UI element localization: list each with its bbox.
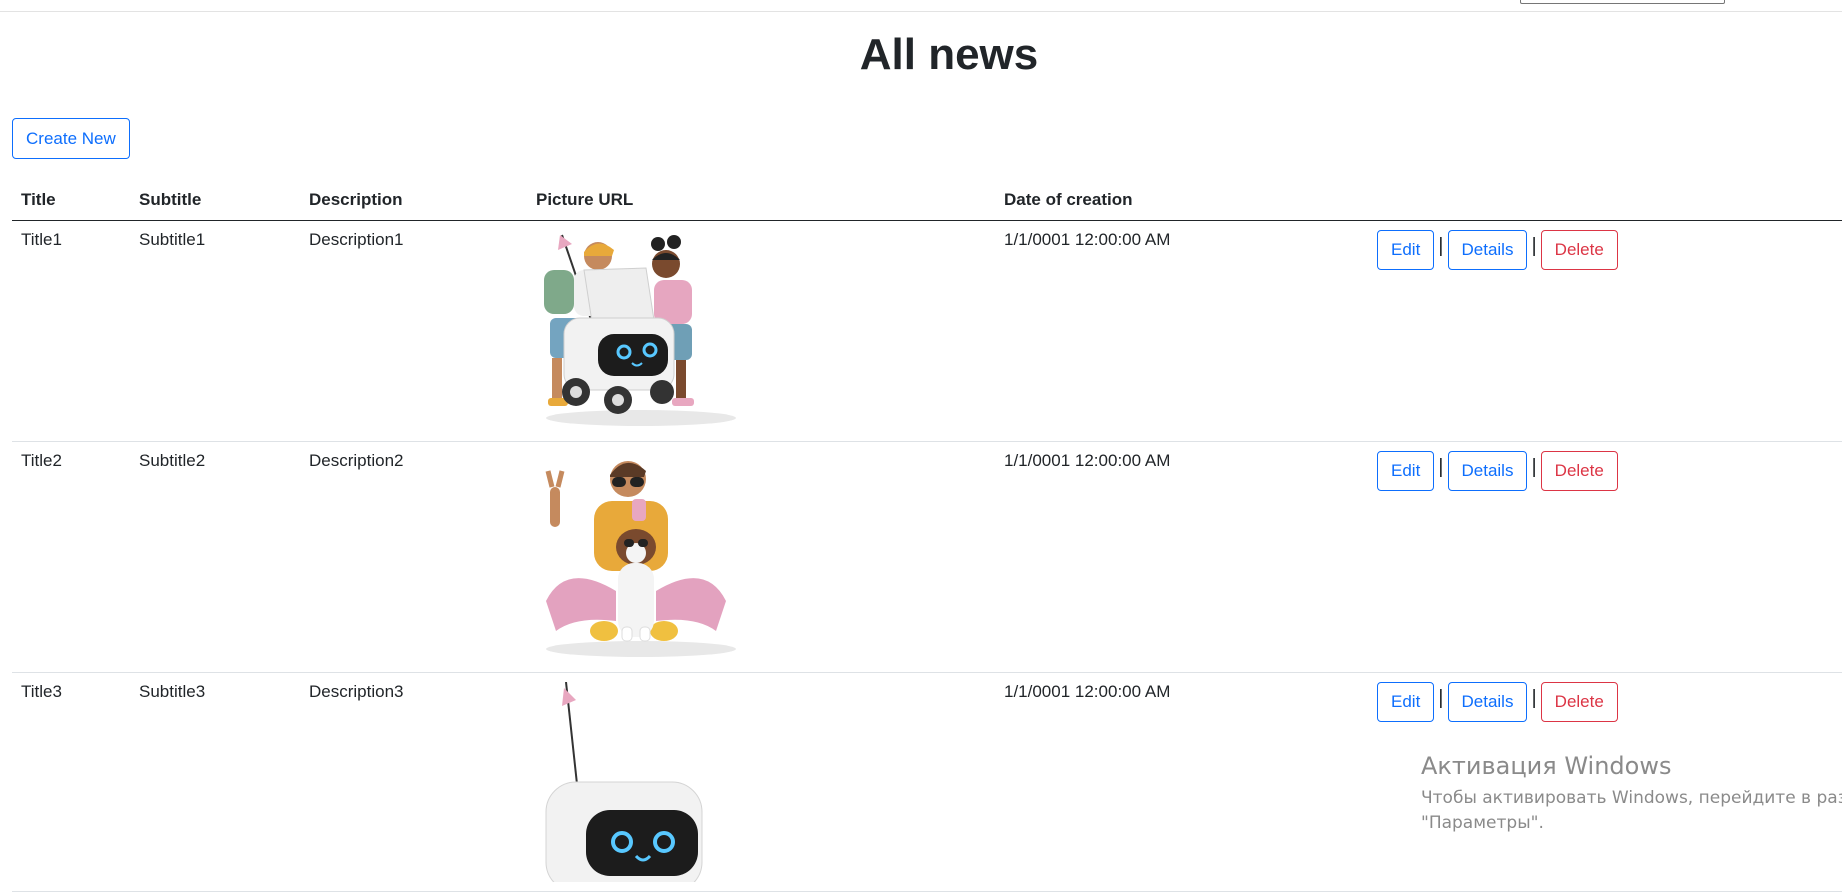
separator: | xyxy=(1438,687,1444,709)
delete-button[interactable]: Delete xyxy=(1540,450,1618,491)
cell-description: Description1 xyxy=(300,220,527,442)
details-button[interactable]: Details xyxy=(1447,450,1528,491)
column-header-actions xyxy=(1368,180,1842,221)
separator: | xyxy=(1438,456,1444,478)
column-header-date: Date of creation xyxy=(995,180,1368,221)
column-header-picture-url: Picture URL xyxy=(527,180,995,221)
cell-date: 1/1/0001 12:00:00 AM xyxy=(995,441,1368,673)
cell-picture xyxy=(527,220,995,442)
language-select[interactable] xyxy=(1520,0,1725,4)
column-header-title: Title xyxy=(12,180,130,221)
table-row: Title1 Subtitle1 Description1 1/1/0001 1… xyxy=(12,220,1842,442)
top-navbar xyxy=(0,0,1842,12)
edit-button[interactable]: Edit xyxy=(1377,450,1435,491)
cell-date: 1/1/0001 12:00:00 AM xyxy=(995,220,1368,442)
delete-button[interactable]: Delete xyxy=(1540,681,1618,722)
create-new-button[interactable]: Create New xyxy=(12,118,130,159)
details-button[interactable]: Details xyxy=(1447,229,1528,270)
table-header-row: Title Subtitle Description Picture URL D… xyxy=(12,180,1842,221)
separator: | xyxy=(1531,687,1537,709)
page-title: All news xyxy=(859,30,1039,79)
cell-actions: Edit | Details | Delete xyxy=(1368,220,1842,442)
cell-subtitle: Subtitle3 xyxy=(130,672,300,892)
separator: | xyxy=(1531,456,1537,478)
cell-subtitle: Subtitle2 xyxy=(130,441,300,673)
cell-date: 1/1/0001 12:00:00 AM xyxy=(995,672,1368,892)
cell-title: Title3 xyxy=(12,672,130,892)
cell-description: Description3 xyxy=(300,672,527,892)
details-button[interactable]: Details xyxy=(1447,681,1528,722)
cell-subtitle: Subtitle1 xyxy=(130,220,300,442)
delivery-robot-with-two-kids-image xyxy=(544,234,736,426)
cell-picture xyxy=(527,672,995,892)
delivery-robot-image xyxy=(545,681,703,882)
person-with-dog-image xyxy=(545,460,736,657)
delete-button[interactable]: Delete xyxy=(1540,229,1618,270)
watermark-line: "Параметры". xyxy=(1421,813,1544,833)
cell-title: Title2 xyxy=(12,441,130,673)
column-header-description: Description xyxy=(300,180,527,221)
separator: | xyxy=(1438,235,1444,257)
cell-description: Description2 xyxy=(300,441,527,673)
windows-activation-watermark: Активация Windows Чтобы активировать Win… xyxy=(1421,752,1842,836)
edit-button[interactable]: Edit xyxy=(1377,681,1435,722)
separator: | xyxy=(1531,235,1537,257)
table-row: Title2 Subtitle2 Description2 1/1/0001 1… xyxy=(12,441,1842,673)
watermark-title: Активация Windows xyxy=(1421,752,1672,780)
column-header-subtitle: Subtitle xyxy=(130,180,300,221)
cell-actions: Edit | Details | Delete xyxy=(1368,441,1842,673)
watermark-line: Чтобы активировать Windows, перейдите в … xyxy=(1421,788,1842,808)
edit-button[interactable]: Edit xyxy=(1377,229,1435,270)
cell-picture xyxy=(527,441,995,673)
cell-title: Title1 xyxy=(12,220,130,442)
